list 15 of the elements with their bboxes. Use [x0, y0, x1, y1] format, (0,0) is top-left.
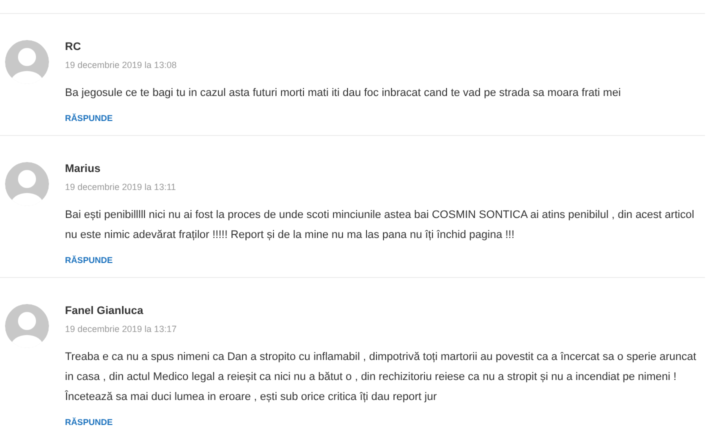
comment-author: Fanel Gianluca: [65, 304, 144, 318]
comment-author: Marius: [65, 162, 100, 176]
reply-link[interactable]: RĂSPUNDE: [65, 112, 113, 124]
comment-author: RC: [65, 40, 81, 54]
comment-date: 19 decembrie 2019 la 13:08: [65, 59, 177, 71]
reply-link[interactable]: RĂSPUNDE: [65, 254, 113, 266]
comment-text: Bai ești penibilllll nici nu ai fost la proces de unde scoti minciunile astea bai COSMIN SONTICA ai atins penibilul , din acest articol nu este nimic adevărat fraților !!!!! Report și de la mine nu ma las pana nu îți închid pagina !!!: [65, 208, 696, 243]
avatar-icon: [5, 162, 49, 206]
reply-link[interactable]: RĂSPUNDE: [65, 416, 113, 428]
avatar-icon: [5, 40, 49, 84]
comment-text: Ba jegosule ce te bagi tu in cazul asta futuri morti mati iti dau foc inbracat cand te vad pe strada sa moara frati mei: [65, 86, 622, 101]
comment-date: 19 decembrie 2019 la 13:17: [65, 323, 177, 335]
comment-text: Treaba e ca nu a spus nimeni ca Dan a stropito cu inflamabil , dimpotrivă toți martorii au povestit ca a încercat sa o sperie aruncat in casa , din actul Medico legal a reieșit ca nici nu a bătut o , din rechizitoriu reiese ca nu a stropit și nu a incendiat pe nimeni ! Încetează sa mai duci lumea in eroare , ești sub orice critica îți dau report jur: [65, 350, 698, 405]
comment-date: 19 decembrie 2019 la 13:11: [65, 181, 176, 193]
avatar-icon: [5, 304, 49, 348]
